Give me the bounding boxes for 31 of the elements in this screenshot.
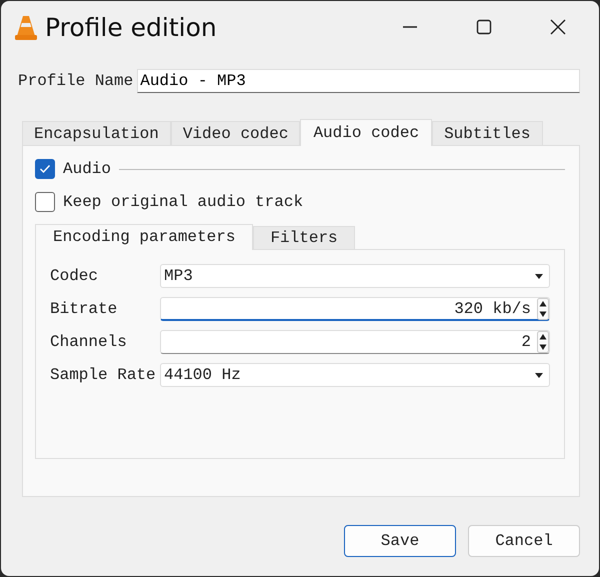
maximize-icon[interactable] [475, 18, 493, 36]
profile-name-field[interactable]: Audio - MP3 [137, 69, 580, 93]
tab[interactable]: Encapsulation [22, 121, 171, 145]
close-icon[interactable] [549, 18, 567, 36]
dialog-button[interactable]: Cancel [468, 525, 580, 557]
keep-original-label: Keep original audio track [63, 193, 304, 211]
tab[interactable]: Audio codec [300, 119, 432, 146]
dropdown[interactable]: MP3 [160, 264, 550, 288]
tab[interactable]: Video codec [170, 121, 300, 145]
tab[interactable]: Encoding parameters [35, 224, 254, 250]
audio-label: Audio [63, 160, 112, 178]
spinner-arrows-icon [537, 298, 549, 320]
audio-checkbox[interactable] [35, 159, 55, 179]
dialog-button[interactable]: Save [344, 525, 456, 557]
caret-icon [535, 274, 543, 278]
field-label: Codec [50, 267, 100, 285]
field-label: Sample Rate [50, 366, 157, 384]
profile-name-label: Profile Name [18, 72, 134, 90]
keep-original-checkbox[interactable] [35, 192, 55, 212]
spin-box[interactable]: 2 [160, 330, 550, 354]
caret-icon [535, 372, 543, 378]
dropdown[interactable]: 44100 Hz [160, 363, 550, 387]
field-label: Channels [50, 333, 128, 351]
field-label: Bitrate [50, 300, 118, 318]
tab[interactable]: Subtitles [432, 121, 542, 145]
checkmark-icon [39, 164, 51, 174]
traffic-cone-icon [15, 14, 37, 40]
tab[interactable]: Filters [253, 226, 355, 249]
window-title: Profile edition [45, 12, 217, 42]
spin-box[interactable]: 320 kb/s [160, 297, 550, 321]
spinner-arrows-icon [537, 331, 549, 353]
